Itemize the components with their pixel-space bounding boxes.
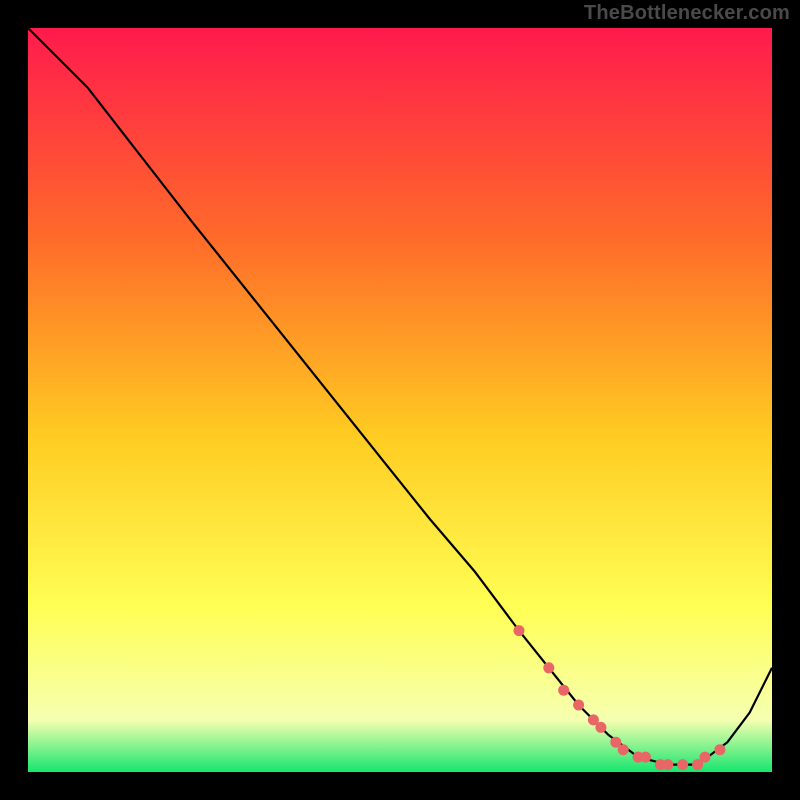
marker-point [514,625,525,636]
marker-point [543,662,554,673]
marker-point [662,759,673,770]
plot-area [28,28,772,772]
marker-point [714,744,725,755]
marker-point [677,759,688,770]
chart-svg [28,28,772,772]
marker-point [595,722,606,733]
marker-point [700,752,711,763]
marker-point [573,700,584,711]
gradient-background [28,28,772,772]
marker-point [640,752,651,763]
marker-point [558,685,569,696]
marker-point [618,744,629,755]
attribution-label: TheBottlenecker.com [584,2,790,25]
chart-frame: TheBottlenecker.com [0,0,800,800]
